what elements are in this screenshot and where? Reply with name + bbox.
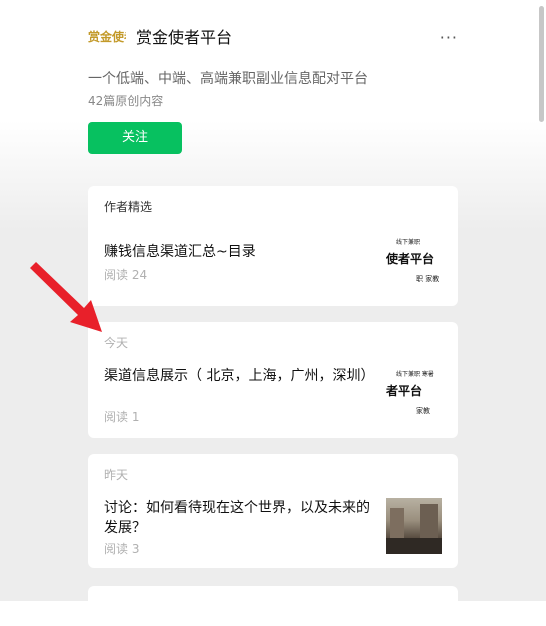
red-arrow-annotation bbox=[30, 262, 102, 332]
thumb-text: 职 家教 bbox=[416, 275, 440, 283]
account-name: 赏金使者平台 bbox=[136, 28, 233, 47]
section-label-yesterday: 昨天 bbox=[104, 468, 129, 482]
article-thumbnail[interactable]: 线下兼职 寒暑 者平台 家教 bbox=[386, 366, 442, 422]
scrollbar[interactable] bbox=[539, 6, 544, 122]
article-title[interactable]: 讨论：如何看待现在这个世界，以及未来的发展？ bbox=[104, 498, 372, 538]
article-reads: 阅读 24 bbox=[104, 268, 148, 282]
next-card bbox=[88, 586, 458, 626]
section-label-featured: 作者精选 bbox=[104, 200, 153, 214]
article-thumbnail[interactable] bbox=[386, 498, 442, 554]
article-reads: 阅读 1 bbox=[104, 410, 140, 424]
thumb-text: 线下兼职 bbox=[396, 239, 421, 246]
logo-text: 赏金使者 bbox=[88, 30, 126, 44]
thumb-text: 者平台 bbox=[386, 384, 423, 398]
article-title[interactable]: 赚钱信息渠道汇总~目录 bbox=[104, 242, 372, 262]
yesterday-card: 昨天 讨论：如何看待现在这个世界，以及未来的发展？ 阅读 3 bbox=[88, 454, 458, 568]
account-description: 一个低端、中端、高端兼职副业信息配对平台 bbox=[88, 71, 368, 87]
article-reads: 阅读 3 bbox=[104, 542, 140, 556]
photo-crowd bbox=[386, 538, 442, 554]
thumb-text: 使者平台 bbox=[386, 252, 435, 266]
thumb-text: 家教 bbox=[416, 407, 430, 415]
article-thumbnail[interactable]: 线下兼职 使者平台 职 家教 bbox=[386, 234, 442, 290]
article-count: 42篇原创内容 bbox=[88, 94, 164, 108]
thumb-text: 线下兼职 寒暑 bbox=[396, 371, 434, 378]
article-title[interactable]: 渠道信息展示（ 北京，上海，广州，深圳） bbox=[104, 366, 374, 386]
more-options-icon[interactable]: ··· bbox=[440, 28, 458, 47]
account-header: 赏金使者 赏金使者平台 ··· bbox=[88, 22, 458, 52]
follow-button[interactable]: 关注 bbox=[88, 122, 182, 154]
today-card: 今天 渠道信息展示（ 北京，上海，广州，深圳） 阅读 1 线下兼职 寒暑 者平台… bbox=[88, 322, 458, 438]
featured-card: 作者精选 赚钱信息渠道汇总~目录 阅读 24 线下兼职 使者平台 职 家教 bbox=[88, 186, 458, 306]
account-logo: 赏金使者 bbox=[88, 26, 126, 48]
